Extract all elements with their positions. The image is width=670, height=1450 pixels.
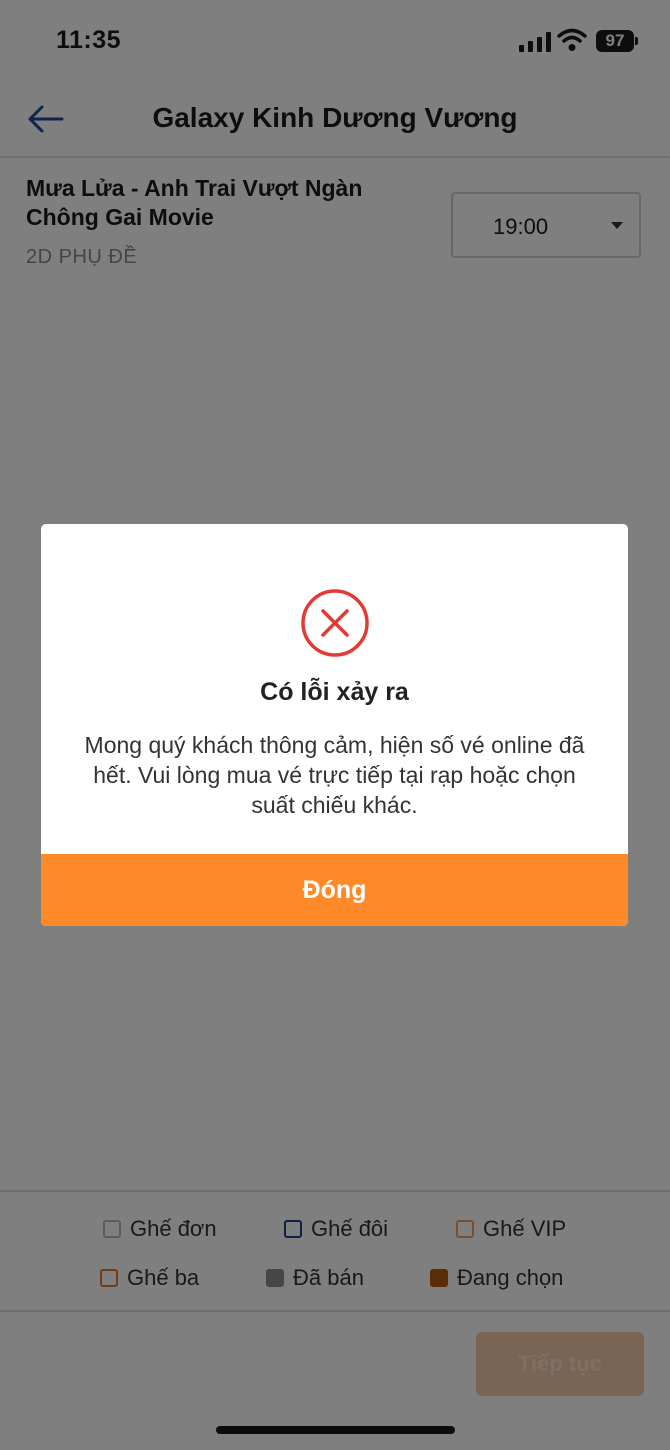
- dialog-message: Mong quý khách thông cảm, hiện số vé onl…: [84, 732, 585, 818]
- dialog-title: Có lỗi xảy ra: [260, 678, 409, 706]
- error-x-icon: [301, 589, 369, 657]
- error-dialog: Có lỗi xảy ra Mong quý khách thông cảm, …: [41, 524, 628, 926]
- close-button[interactable]: Đóng: [41, 854, 628, 926]
